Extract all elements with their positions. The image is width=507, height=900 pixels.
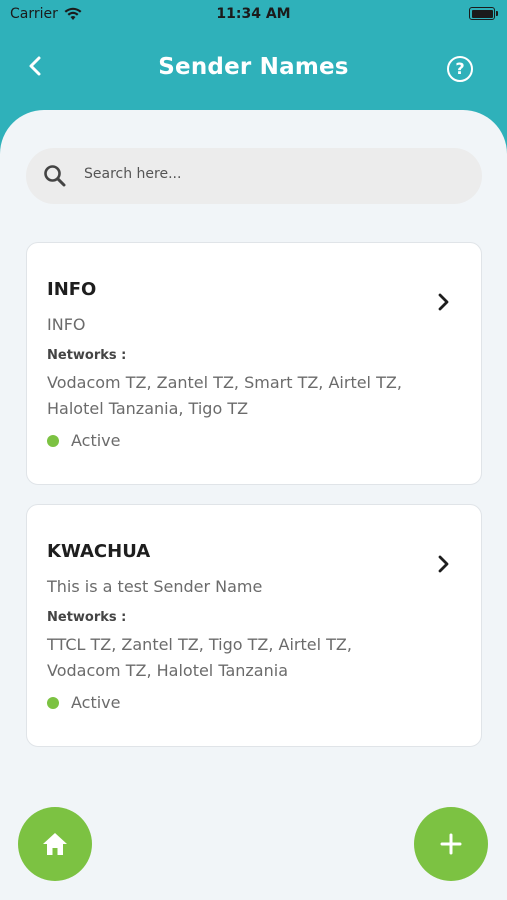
add-sender-button[interactable]	[414, 807, 488, 881]
networks-label: Networks :	[47, 348, 127, 363]
search-icon	[44, 165, 66, 187]
status-dot	[47, 434, 59, 447]
battery-icon	[469, 7, 498, 20]
app-header: Sender Names ?	[0, 40, 507, 98]
search-bar[interactable]: Search here...	[26, 148, 482, 204]
search-input[interactable]: Search here...	[84, 166, 181, 182]
sender-description: INFO	[47, 315, 86, 334]
status-dot	[47, 696, 59, 709]
page-title: Sender Names	[158, 54, 349, 80]
networks-list: Vodacom TZ, Zantel TZ, Smart TZ, Airtel …	[47, 373, 402, 418]
home-button[interactable]	[18, 807, 92, 881]
help-circle-icon[interactable]: ?	[447, 56, 473, 82]
sender-card-kwachua[interactable]: KWACHUA This is a test Sender Name Netwo…	[26, 504, 482, 747]
status-label: Active	[71, 693, 121, 712]
plus-icon	[440, 833, 462, 855]
sender-description: This is a test Sender Name	[47, 577, 263, 596]
sender-name: INFO	[47, 279, 97, 300]
status-label: Active	[71, 431, 121, 450]
status-indicator: Active	[47, 693, 121, 712]
networks-list: TTCL TZ, Zantel TZ, Tigo TZ, Airtel TZ, …	[47, 635, 352, 680]
content-sheet: Search here... INFO INFO Networks : Voda…	[0, 110, 507, 900]
chevron-right-icon[interactable]	[435, 553, 453, 575]
chevron-right-icon[interactable]	[435, 291, 453, 313]
sender-card-info[interactable]: INFO INFO Networks : Vodacom TZ, Zantel …	[26, 242, 482, 485]
clock: 11:34 AM	[216, 6, 291, 22]
home-icon	[43, 833, 67, 855]
networks-label: Networks :	[47, 610, 127, 625]
status-indicator: Active	[47, 431, 121, 450]
sender-name: KWACHUA	[47, 541, 151, 562]
status-bar: Carrier 11:34 AM	[0, 0, 507, 30]
